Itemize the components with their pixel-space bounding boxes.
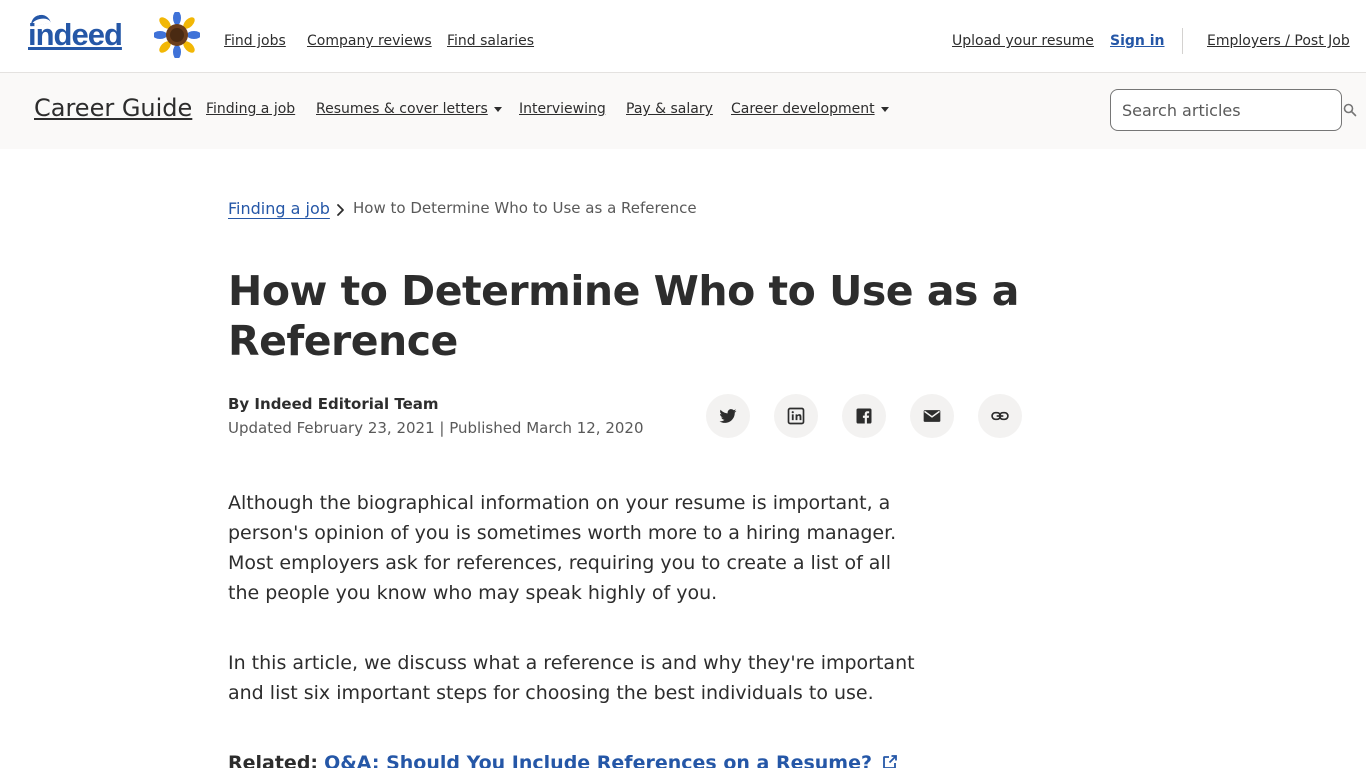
search-articles-input[interactable] xyxy=(1110,89,1342,131)
chevron-right-icon xyxy=(337,204,344,216)
career-guide-bar: Career Guide Finding a job Resumes & cov… xyxy=(0,73,1366,149)
article-dates: Updated February 23, 2021 | Published Ma… xyxy=(228,419,644,437)
related-article: Related: Q&A: Should You Include Referen… xyxy=(228,748,898,768)
chevron-down-icon xyxy=(493,106,502,112)
share-facebook-button[interactable] xyxy=(842,394,886,438)
article-paragraph-2: In this article, we discuss what a refer… xyxy=(228,652,915,704)
external-link-icon[interactable] xyxy=(882,754,898,768)
article-author: By Indeed Editorial Team xyxy=(228,395,439,413)
article-title: How to Determine Who to Use as a Referen… xyxy=(228,267,1019,365)
linkedin-icon xyxy=(787,407,805,425)
employers-link[interactable]: Employers / Post Job xyxy=(1207,33,1350,49)
header-divider xyxy=(1182,28,1183,54)
share-twitter-button[interactable] xyxy=(706,394,750,438)
search-icon[interactable] xyxy=(1343,103,1357,117)
article-paragraph-1: Although the biographical information on… xyxy=(228,492,897,604)
sunflower-icon xyxy=(154,12,200,58)
nav-company-reviews[interactable]: Company reviews xyxy=(307,33,432,49)
link-icon xyxy=(991,411,1009,421)
guide-link-interviewing[interactable]: Interviewing xyxy=(519,101,606,117)
chevron-down-icon xyxy=(880,106,889,112)
guide-link-resumes-label: Resumes & cover letters xyxy=(316,101,488,117)
nav-find-jobs[interactable]: Find jobs xyxy=(224,33,286,49)
site-header: indeed Find jobs Company reviews Find sa… xyxy=(0,0,1366,73)
indeed-logo[interactable]: indeed xyxy=(28,13,123,53)
sign-in-link[interactable]: Sign in xyxy=(1110,33,1165,49)
guide-link-career-development-label: Career development xyxy=(731,101,875,117)
related-article-link[interactable]: Q&A: Should You Include References on a … xyxy=(324,752,872,768)
facebook-icon xyxy=(856,408,872,424)
email-icon xyxy=(923,410,941,422)
share-copy-link-button[interactable] xyxy=(978,394,1022,438)
share-linkedin-button[interactable] xyxy=(774,394,818,438)
breadcrumb-finding-a-job[interactable]: Finding a job xyxy=(228,199,330,218)
share-email-button[interactable] xyxy=(910,394,954,438)
upload-resume-link[interactable]: Upload your resume xyxy=(952,33,1094,49)
career-guide-title[interactable]: Career Guide xyxy=(34,94,192,122)
breadcrumb-current: How to Determine Who to Use as a Referen… xyxy=(353,199,697,217)
nav-find-salaries[interactable]: Find salaries xyxy=(447,33,534,49)
guide-link-career-development[interactable]: Career development xyxy=(731,101,889,117)
related-label: Related: xyxy=(228,752,319,768)
guide-link-pay-salary[interactable]: Pay & salary xyxy=(626,101,713,117)
twitter-icon xyxy=(719,409,737,423)
guide-link-finding-a-job[interactable]: Finding a job xyxy=(206,101,295,117)
guide-link-resumes[interactable]: Resumes & cover letters xyxy=(316,101,502,117)
